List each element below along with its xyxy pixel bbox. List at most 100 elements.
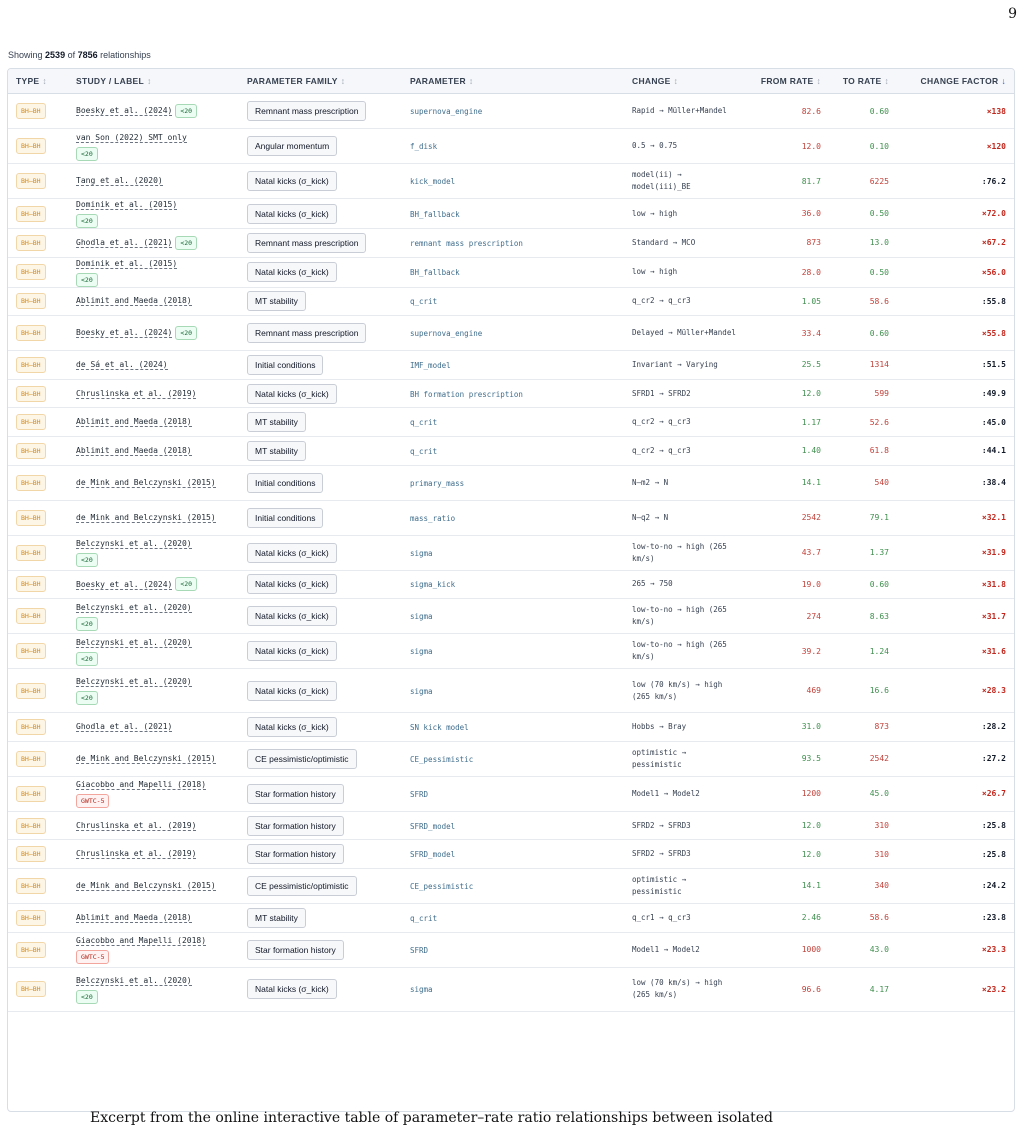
table-row[interactable]: BH–BH Dominik et al. (2015) <20 Natal kicks…	[8, 257, 1014, 288]
family-chip[interactable]: MT stability	[247, 291, 306, 312]
study-link[interactable]: de Mink and Belczynski (2015)	[76, 880, 216, 891]
parameter-name: f_disk	[410, 142, 438, 151]
family-chip[interactable]: Remnant mass prescription	[247, 101, 367, 121]
family-chip[interactable]: Natal kicks (σ_kick)	[247, 716, 337, 737]
family-chip[interactable]: Star formation history	[247, 939, 344, 960]
family-chip[interactable]: Remnant mass prescription	[247, 232, 367, 253]
column-header-parameter[interactable]: PARAMETER ↕	[402, 69, 624, 94]
family-chip[interactable]: CE pessimistic/optimistic	[247, 748, 357, 769]
to-rate: 4.17	[829, 967, 897, 1012]
table-row[interactable]: BH–BH Giacobbo and Mapelli (2018) GWTC-5 St…	[8, 932, 1014, 968]
study-link[interactable]: Boesky et al. (2024)	[76, 579, 173, 590]
study-link[interactable]: Chruslinska et al. (2019)	[76, 388, 197, 399]
family-chip[interactable]: Star formation history	[247, 783, 344, 804]
study-tag: <20	[76, 616, 98, 631]
family-chip[interactable]: MT stability	[247, 907, 306, 928]
family-chip[interactable]: Initial conditions	[247, 472, 324, 493]
study-link[interactable]: Ablimit and Maeda (2018)	[76, 445, 192, 456]
table-row[interactable]: BH–BH Chruslinska et al. (2019) Natal kick…	[8, 379, 1014, 409]
family-chip[interactable]: Star formation history	[247, 815, 344, 836]
table-row[interactable]: BH–BH Ghodla et al. (2021) <20 Remnant mass…	[8, 228, 1014, 258]
study-link[interactable]: van Son (2022) SMT only	[76, 132, 187, 143]
family-chip[interactable]: Natal kicks (σ_kick)	[247, 680, 337, 701]
table-row[interactable]: BH–BH de Mink and Belczynski (2015) CE pes…	[8, 868, 1014, 904]
table-row[interactable]: BH–BH Ablimit and Maeda (2018) MT stabilit…	[8, 407, 1014, 437]
table-row[interactable]: BH–BH de Mink and Belczynski (2015) CE pes…	[8, 741, 1014, 777]
family-chip[interactable]: Natal kicks (σ_kick)	[247, 262, 337, 283]
study-link[interactable]: Belczynski et al. (2020)	[76, 602, 192, 613]
study-link[interactable]: Boesky et al. (2024)	[76, 328, 173, 339]
study-link[interactable]: Tang et al. (2020)	[76, 176, 163, 186]
from-rate: 93.5	[746, 741, 829, 777]
study-link[interactable]: Ablimit and Maeda (2018)	[76, 296, 192, 307]
family-chip[interactable]: Natal kicks (σ_kick)	[247, 383, 337, 404]
table-row[interactable]: BH–BH Giacobbo and Mapelli (2018) GWTC-5 St…	[8, 776, 1014, 812]
type-badge: BH–BH	[16, 173, 46, 189]
column-header-change-factor[interactable]: CHANGE FACTOR ↓	[897, 69, 1014, 94]
column-header-change[interactable]: CHANGE ↕	[624, 69, 746, 94]
table-row[interactable]: BH–BH Boesky et al. (2024) <20 Remnant mass…	[8, 93, 1014, 129]
family-chip[interactable]: Angular momentum	[247, 136, 338, 156]
column-header-from-rate[interactable]: FROM RATE ↕	[746, 69, 829, 94]
column-header-to-rate[interactable]: TO RATE ↕	[829, 69, 897, 94]
table-row[interactable]: BH–BH Belczynski et al. (2020) <20 Natal ki…	[8, 598, 1014, 635]
study-link[interactable]: Boesky et al. (2024)	[76, 106, 173, 117]
study-link[interactable]: de Mink and Belczynski (2015)	[76, 512, 216, 523]
study-link[interactable]: Belczynski et al. (2020)	[76, 539, 192, 550]
study-link[interactable]: Ghodla et al. (2021)	[76, 721, 173, 732]
family-chip[interactable]: Natal kicks (σ_kick)	[247, 542, 337, 563]
table-row[interactable]: BH–BH Ablimit and Maeda (2018) MT stabilit…	[8, 903, 1014, 933]
family-chip[interactable]: Natal kicks (σ_kick)	[247, 171, 337, 191]
study-link[interactable]: Chruslinska et al. (2019)	[76, 820, 197, 831]
table-row[interactable]: BH–BH de Mink and Belczynski (2015) Initia…	[8, 500, 1014, 536]
table-row[interactable]: BH–BH Ablimit and Maeda (2018) MT stabilit…	[8, 436, 1014, 466]
study-link[interactable]: Belczynski et al. (2020)	[76, 677, 192, 688]
table-row[interactable]: BH–BH Belczynski et al. (2020) <20 Natal ki…	[8, 633, 1014, 670]
family-chip[interactable]: Remnant mass prescription	[247, 323, 367, 344]
table-row[interactable]: BH–BH Chruslinska et al. (2019) Star forma…	[8, 811, 1014, 841]
table-row[interactable]: BH–BH Belczynski et al. (2020) <20 Natal ki…	[8, 535, 1014, 571]
type-badge: BH–BH	[16, 576, 46, 593]
family-chip[interactable]: MT stability	[247, 440, 306, 461]
table-row[interactable]: BH–BH de Mink and Belczynski (2015) Initia…	[8, 465, 1014, 501]
family-chip[interactable]: MT stability	[247, 412, 306, 433]
table-row[interactable]: BH–BH Boesky et al. (2024) <20 Remnant mass…	[8, 315, 1014, 352]
study-link[interactable]: Giacobbo and Mapelli (2018)	[76, 936, 207, 947]
study-link[interactable]: Ablimit and Maeda (2018)	[76, 417, 192, 428]
study-link[interactable]: Ghodla et al. (2021)	[76, 238, 173, 249]
study-link[interactable]: Dominik et al. (2015)	[76, 258, 178, 269]
table-row[interactable]: BH–BH Dominik et al. (2015) <20 Natal kicks…	[8, 198, 1014, 229]
table-row[interactable]: BH–BH Belczynski et al. (2020) <20 Natal ki…	[8, 967, 1014, 1012]
family-chip[interactable]: Natal kicks (σ_kick)	[247, 606, 337, 627]
family-chip[interactable]: Natal kicks (σ_kick)	[247, 574, 337, 595]
study-link[interactable]: Belczynski et al. (2020)	[76, 975, 192, 986]
study-link[interactable]: de Mink and Belczynski (2015)	[76, 477, 216, 488]
table-row[interactable]: BH–BH Ghodla et al. (2021) Natal kicks (σ_…	[8, 712, 1014, 742]
table-row[interactable]: BH–BH Chruslinska et al. (2019) Star forma…	[8, 839, 1014, 869]
study-tag: <20	[76, 214, 98, 228]
study-link[interactable]: Ablimit and Maeda (2018)	[76, 912, 192, 923]
table-row[interactable]: BH–BH Tang et al. (2020) Natal kicks (σ_ki…	[8, 163, 1014, 199]
column-header-type[interactable]: TYPE ↕	[8, 69, 68, 94]
column-header-family[interactable]: PARAMETER FAMILY ↕	[239, 69, 402, 94]
table-row[interactable]: BH–BH Belczynski et al. (2020) <20 Natal ki…	[8, 668, 1014, 714]
family-chip[interactable]: Natal kicks (σ_kick)	[247, 979, 337, 1000]
table-row[interactable]: BH–BH Boesky et al. (2024) <20 Natal kicks …	[8, 570, 1014, 600]
study-link[interactable]: Dominik et al. (2015)	[76, 200, 178, 210]
family-chip[interactable]: Initial conditions	[247, 507, 324, 528]
study-link[interactable]: Giacobbo and Mapelli (2018)	[76, 780, 207, 791]
table-row[interactable]: BH–BH Ablimit and Maeda (2018) MT stabilit…	[8, 287, 1014, 317]
study-link[interactable]: Belczynski et al. (2020)	[76, 637, 192, 648]
family-chip[interactable]: Natal kicks (σ_kick)	[247, 641, 337, 662]
study-link[interactable]: de Mink and Belczynski (2015)	[76, 753, 216, 764]
study-link[interactable]: de Sá et al. (2024)	[76, 359, 168, 370]
table-row[interactable]: BH–BH de Sá et al. (2024) Initial conditio…	[8, 350, 1014, 380]
family-chip[interactable]: Natal kicks (σ_kick)	[247, 203, 337, 224]
family-chip[interactable]: Initial conditions	[247, 354, 324, 375]
column-header-study[interactable]: STUDY / LABEL ↕	[68, 69, 239, 94]
family-chip[interactable]: Star formation history	[247, 844, 344, 865]
table-row[interactable]: BH–BH van Son (2022) SMT only <20 Angular m…	[8, 128, 1014, 164]
study-link[interactable]: Chruslinska et al. (2019)	[76, 849, 197, 860]
to-rate: 45.0	[829, 776, 897, 812]
family-chip[interactable]: CE pessimistic/optimistic	[247, 875, 357, 896]
